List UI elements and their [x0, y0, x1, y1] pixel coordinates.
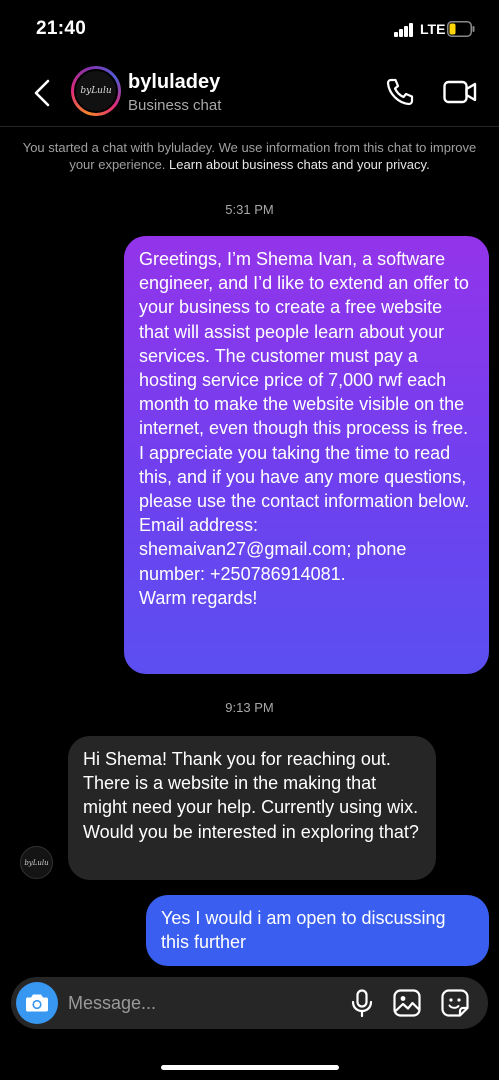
message-text: Warm regards! [139, 587, 258, 608]
status-bar: 21:40 LTE [0, 0, 499, 56]
header-divider [0, 126, 499, 127]
timestamp: 5:31 PM [225, 202, 274, 217]
incoming-message[interactable]: Hi Shema! Thank you for reaching out. Th… [68, 736, 436, 880]
contact-name[interactable]: byluladey [128, 71, 220, 94]
business-chat-disclosure: You started a chat with byluladey. We us… [22, 139, 477, 173]
avatar[interactable]: byLulu [71, 66, 121, 116]
timestamp: 9:13 PM [225, 700, 274, 715]
camera-icon [26, 994, 48, 1012]
message-input[interactable] [68, 985, 328, 1021]
sticker-icon[interactable] [441, 989, 469, 1017]
home-indicator[interactable] [161, 1065, 339, 1070]
back-icon[interactable] [28, 76, 58, 110]
status-time: 21:40 [36, 18, 87, 39]
signal-icon [394, 23, 414, 37]
message-text: Greetings, I’m Shema Ivan, a software en… [139, 249, 470, 512]
microphone-icon[interactable] [349, 989, 375, 1017]
chat-header: byLulu byluladey Business chat [0, 56, 499, 130]
camera-button[interactable] [16, 982, 58, 1024]
chat-screen: 21:40 LTE byLulu byluladey Business chat [0, 0, 499, 1080]
message-text: Hi Shema! Thank you for reaching out. Th… [83, 749, 419, 842]
message-text: Yes I would i am open to discussing this… [161, 908, 446, 953]
message-text: Email address: shemaivan27@gmail.com; ph… [139, 515, 407, 584]
contact-subtitle: Business chat [128, 97, 222, 114]
outgoing-message[interactable]: Yes I would i am open to discussing this… [146, 895, 489, 966]
sender-avatar[interactable]: byLulu [20, 846, 53, 879]
privacy-link[interactable]: Learn about business chats and your priv… [169, 157, 430, 172]
message-composer [11, 977, 488, 1029]
gallery-icon[interactable] [393, 989, 421, 1017]
avatar-logo: byLulu [74, 69, 118, 113]
battery-icon [447, 21, 475, 37]
outgoing-message[interactable]: Greetings, I’m Shema Ivan, a software en… [124, 236, 489, 674]
phone-icon[interactable] [384, 76, 416, 108]
video-call-icon[interactable] [442, 76, 478, 108]
network-label: LTE [420, 21, 446, 37]
